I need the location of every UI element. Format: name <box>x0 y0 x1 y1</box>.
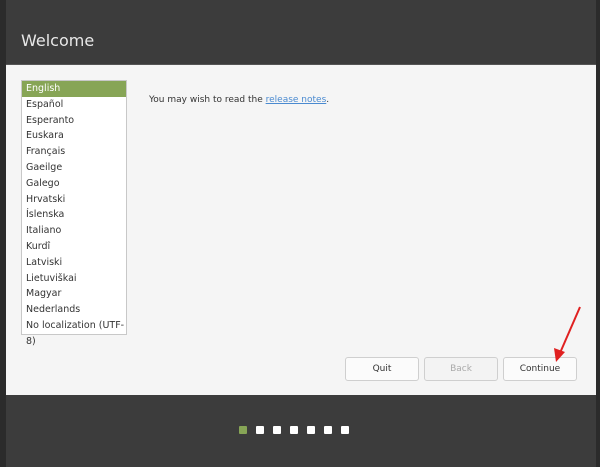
annotation-arrow <box>554 306 581 362</box>
